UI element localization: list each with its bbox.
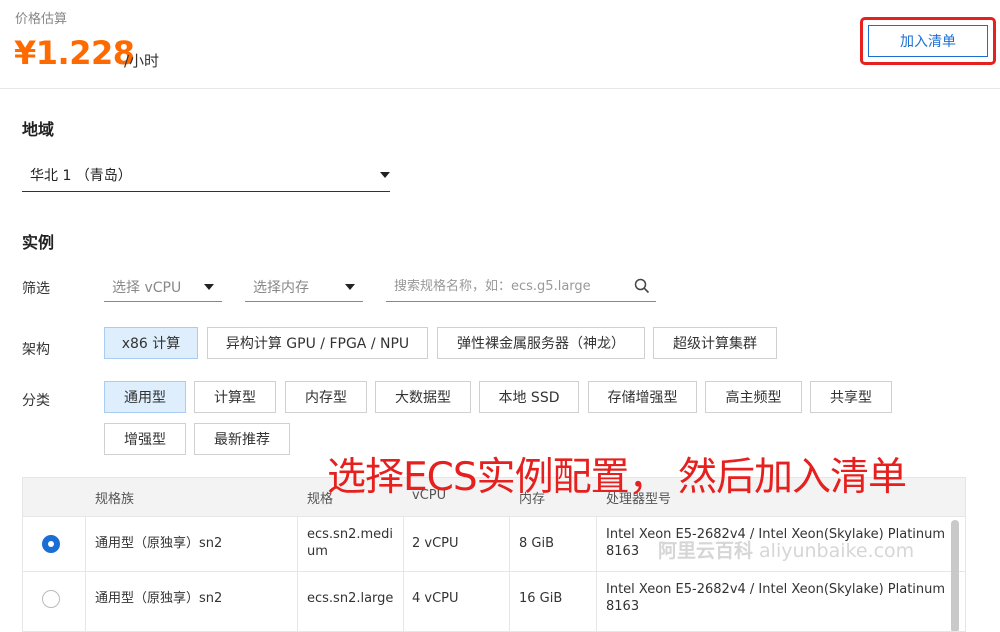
instance-title: 实例 [22, 233, 55, 252]
search-icon[interactable] [634, 278, 650, 294]
category-storage-enhanced[interactable]: 存储增强型 [588, 381, 697, 413]
cell-memory: 16 GiB [519, 591, 563, 606]
category-label: 分类 [22, 393, 50, 409]
add-button-highlight: 加入清单 [860, 17, 996, 65]
category-high-frequency[interactable]: 高主频型 [705, 381, 802, 413]
header-divider [0, 88, 1000, 89]
memory-select[interactable]: 选择内存 [245, 272, 363, 302]
category-local-ssd[interactable]: 本地 SSD [479, 381, 579, 413]
cell-family: 通用型（原独享）sn2 [95, 591, 223, 606]
cell-memory: 8 GiB [519, 536, 555, 551]
watermark: 阿里云百科 aliyunbaike.com [658, 536, 914, 563]
region-select[interactable]: 华北 1 （青岛） [22, 158, 390, 192]
spec-search [386, 272, 656, 302]
annotation-text: 选择ECS实例配置， 然后加入清单 [327, 455, 907, 500]
category-general[interactable]: 通用型 [104, 381, 186, 413]
watermark-en: aliyunbaike.com [759, 540, 915, 562]
chevron-down-icon [345, 283, 355, 290]
region-title: 地域 [22, 120, 55, 139]
category-latest[interactable]: 最新推荐 [194, 423, 290, 455]
table-scrollbar[interactable] [951, 520, 959, 631]
vcpu-select[interactable]: 选择 vCPU [104, 272, 222, 302]
category-big-data[interactable]: 大数据型 [375, 381, 471, 413]
spec-search-input[interactable] [386, 279, 616, 294]
category-shared[interactable]: 共享型 [810, 381, 892, 413]
category-compute[interactable]: 计算型 [194, 381, 276, 413]
chevron-down-icon [380, 171, 390, 178]
chevron-down-icon [204, 283, 214, 290]
arch-label: 架构 [22, 342, 50, 358]
cell-spec: ecs.sn2.medium [307, 527, 393, 559]
price-estimate-label: 价格估算 [15, 12, 68, 27]
watermark-cn: 阿里云百科 [658, 540, 754, 562]
region-selected-value: 华北 1 （青岛） [30, 167, 132, 184]
memory-select-placeholder: 选择内存 [253, 279, 309, 296]
arch-option-bare-metal[interactable]: 弹性裸金属服务器（神龙） [437, 327, 645, 359]
cell-spec: ecs.sn2.large [307, 591, 394, 606]
category-enhanced[interactable]: 增强型 [104, 423, 186, 455]
price-unit: /小时 [124, 52, 160, 70]
arch-option-scc[interactable]: 超级计算集群 [653, 327, 777, 359]
table-row[interactable]: 通用型（原独享）sn2 ecs.sn2.large 4 vCPU 16 GiB … [23, 571, 965, 626]
column-header-family: 规格族 [95, 492, 135, 507]
row-radio-selected[interactable] [42, 535, 60, 553]
cell-cpu-model: Intel Xeon E5-2682v4 / Intel Xeon(Skylak… [606, 582, 946, 614]
row-radio[interactable] [42, 590, 60, 608]
cell-vcpu: 2 vCPU [412, 536, 459, 551]
price-value: ¥1.228 [14, 34, 135, 72]
add-to-list-button[interactable]: 加入清单 [868, 25, 988, 57]
filter-label: 筛选 [22, 281, 50, 297]
vcpu-select-placeholder: 选择 vCPU [112, 279, 182, 296]
cell-family: 通用型（原独享）sn2 [95, 536, 223, 551]
category-memory[interactable]: 内存型 [285, 381, 367, 413]
arch-option-heterogeneous[interactable]: 异构计算 GPU / FPGA / NPU [207, 327, 428, 359]
cell-vcpu: 4 vCPU [412, 591, 459, 606]
arch-option-x86[interactable]: x86 计算 [104, 327, 198, 359]
